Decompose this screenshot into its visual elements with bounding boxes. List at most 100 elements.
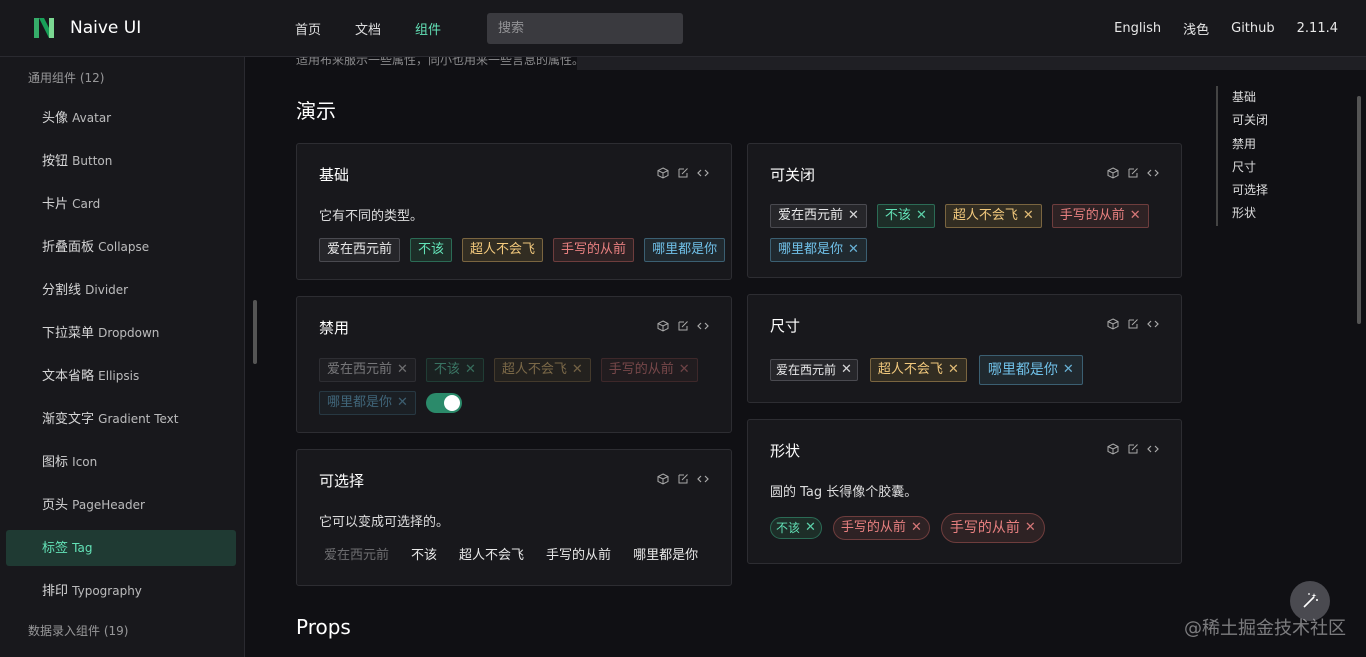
tag-warning: 超人不会飞 [462,238,544,262]
tag-success-closable: 不该 ✕ [876,204,935,228]
sidebar-item-typography[interactable]: 排印 Typography [6,573,236,609]
nav-components[interactable]: 组件 [415,19,441,38]
watermark: @稀土掘金技术社区 [1184,618,1346,639]
cube-icon[interactable] [657,320,669,332]
cube-icon[interactable] [1107,167,1119,179]
github-link[interactable]: Github [1231,21,1275,36]
anchor-size[interactable]: 尺寸 [1232,156,1268,179]
disable-toggle-switch[interactable] [425,393,462,413]
close-icon[interactable]: ✕ [1025,514,1036,542]
edit-icon[interactable] [1127,443,1139,455]
edit-icon[interactable] [677,473,689,485]
close-icon[interactable]: ✕ [805,518,816,538]
theme-switch[interactable]: 浅色 [1183,19,1209,38]
demo-card-disabled: 禁用 爱在西元前 ✕ 不该 ✕ 超人不会飞 ✕ 手写的从前 ✕ 哪里都是你 ✕ [296,296,732,433]
sidebar-item-en-label: Avatar [72,111,112,125]
tag-error: 手写的从前 [553,238,635,262]
tag-label: 哪里都是你 [987,362,1058,378]
close-icon[interactable]: ✕ [1130,205,1141,227]
edit-icon[interactable] [677,320,689,332]
tag-small: 爱在西元前 ✕ [770,359,858,381]
card-title: 可关闭 [770,166,816,184]
edit-icon[interactable] [1127,167,1139,179]
tag-row: 爱在西元前 ✕ 不该 ✕ 超人不会飞 ✕ 手写的从前 ✕ 哪里都是你 ✕ [319,358,719,415]
code-icon[interactable] [697,167,709,179]
cube-icon[interactable] [657,167,669,179]
tag-success: 不该 [410,238,453,262]
tag-info-closable: 哪里都是你 ✕ [770,238,867,262]
code-icon[interactable] [1147,318,1159,330]
anchor-shape[interactable]: 形状 [1232,202,1268,225]
code-icon[interactable] [697,473,709,485]
close-icon[interactable]: ✕ [841,360,852,380]
sidebar-item-collapse[interactable]: 折叠面板 Collapse [6,229,236,265]
tag-label: 哪里都是你 [327,395,393,410]
checkable-tag[interactable]: 超人不会飞 [452,544,531,568]
close-icon[interactable]: ✕ [948,359,959,381]
sidebar-item-ellipsis[interactable]: 文本省略 Ellipsis [6,358,236,394]
code-icon[interactable] [1147,443,1159,455]
sidebar-item-button[interactable]: 按钮 Button [6,143,236,179]
tag-label: 超人不会飞 [952,208,1018,223]
tag-label: 手写的从前 [840,520,906,535]
sidebar-item-en-label: Collapse [98,240,150,254]
sidebar-item-label: 折叠面板 [42,240,95,255]
search-input[interactable] [487,12,684,44]
sidebar-item-divider[interactable]: 分割线 Divider [6,272,236,308]
close-icon[interactable]: ✕ [911,517,922,539]
close-icon: ✕ [571,362,583,377]
sidebar-group-data-entry[interactable]: 数据录入组件 (19) [0,616,244,646]
anchor-checkable[interactable]: 可选择 [1232,179,1268,202]
code-icon[interactable] [1147,167,1159,179]
cube-icon[interactable] [657,473,669,485]
sidebar-item-en-label: Button [72,154,113,168]
version-label[interactable]: 2.11.4 [1297,21,1338,36]
tag-medium: 超人不会飞 ✕ [869,358,967,382]
anchor-disabled[interactable]: 禁用 [1232,133,1268,156]
sidebar-item-tag[interactable]: 标签 Tag [6,530,236,566]
tag-label: 手写的从前 [949,520,1020,536]
close-icon[interactable]: ✕ [848,205,859,227]
naive-ui-logo-icon [30,14,58,42]
language-switch[interactable]: English [1114,21,1161,36]
tag-label: 不该 [776,521,801,535]
magic-wand-icon [1303,593,1318,608]
cube-icon[interactable] [1107,443,1119,455]
anchor-basic[interactable]: 基础 [1232,86,1268,109]
checkable-tag[interactable]: 不该 [404,544,444,568]
page-scrollbar[interactable] [1357,96,1361,324]
nav-docs[interactable]: 文档 [355,19,381,38]
close-icon[interactable]: ✕ [1063,356,1074,384]
checkable-tag[interactable]: 手写的从前 [539,544,618,568]
sidebar-group-general[interactable]: 通用组件 (12) [0,57,244,100]
tag-success-disabled: 不该 ✕ [425,358,484,382]
anchor-closable[interactable]: 可关闭 [1232,109,1268,132]
edit-icon[interactable] [677,167,689,179]
logo-area[interactable]: Naive UI [0,14,245,42]
sidebar-item-icon[interactable]: 图标 Icon [6,444,236,480]
edit-icon[interactable] [1127,318,1139,330]
card-description: 圆的 Tag 长得像个胶囊。 [770,485,918,500]
sidebar-item-card[interactable]: 卡片 Card [6,186,236,222]
sidebar-item-avatar[interactable]: 头像 Avatar [6,100,236,136]
sidebar-item-page-header[interactable]: 页头 PageHeader [6,487,236,523]
code-icon[interactable] [697,320,709,332]
card-tools [1107,318,1159,330]
close-icon[interactable]: ✕ [1023,205,1034,227]
sidebar-item-gradient-text[interactable]: 渐变文字 Gradient Text [6,401,236,437]
close-icon[interactable]: ✕ [848,239,859,261]
close-icon[interactable]: ✕ [916,205,927,227]
nav-home[interactable]: 首页 [295,19,321,38]
cube-icon[interactable] [1107,318,1119,330]
sidebar-item-label: 卡片 [42,197,69,212]
tag-info-disabled: 哪里都是你 ✕ [319,391,416,415]
sidebar-item-label: 页头 [42,498,69,513]
sidebar: 通用组件 (12) 头像 Avatar 按钮 Button 卡片 Card 折叠… [0,57,245,657]
card-tools [657,167,709,179]
sidebar-item-dropdown[interactable]: 下拉菜单 Dropdown [6,315,236,351]
sidebar-item-label: 下拉菜单 [42,326,95,341]
checkable-tag[interactable]: 哪里都是你 [626,544,705,568]
close-icon: ✕ [464,362,476,377]
tag-label: 超人不会飞 [877,362,943,377]
tag-row: 爱在西元前 不该 超人不会飞 手写的从前 哪里都是你 [319,238,726,262]
